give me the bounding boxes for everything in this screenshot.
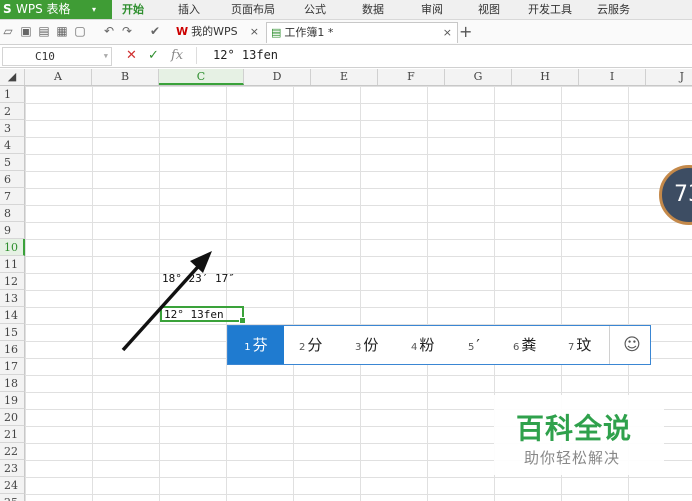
- insert-function-button[interactable]: fx: [171, 48, 183, 64]
- watermark-title: 百科全说: [516, 412, 633, 445]
- menu-developer[interactable]: 开发工具: [528, 0, 572, 19]
- app-title: WPS 表格: [16, 2, 71, 16]
- save-icon[interactable]: ▣: [19, 24, 33, 38]
- redo-icon[interactable]: ↷: [120, 24, 134, 38]
- ime-candidate-4[interactable]: 4粉: [411, 326, 434, 364]
- ime-candidate-window: 1芬 2分 3份 4粉 5 ′ 6粪 7玟 ☺: [227, 325, 651, 365]
- ime-candidate-2[interactable]: 2分: [299, 326, 322, 364]
- name-box[interactable]: C10 ▼: [2, 47, 112, 66]
- tab-label: 工作簿1 *: [284, 26, 334, 39]
- app-menu-button[interactable]: S WPS 表格 ▾: [0, 0, 112, 19]
- cell-reference: C10: [35, 50, 55, 63]
- close-icon[interactable]: ×: [443, 23, 452, 43]
- spreadsheet-icon: ▤: [271, 26, 282, 39]
- quick-toolbar: ▱ ▣ ▤ ▦ ▢ ↶ ↷ ✔ W 我的WPS × ▤ 工作簿1 * × +: [0, 20, 692, 45]
- menu-cloud[interactable]: 云服务: [597, 0, 630, 19]
- watermark-subtitle: 助你轻松解决: [524, 449, 621, 467]
- formula-bar: C10 ▼ ✕ ✓ fx 12° 13fen: [0, 45, 692, 68]
- tab-workbook[interactable]: ▤ 工作簿1 * ×: [266, 22, 458, 43]
- wps-logo-icon: S: [3, 2, 12, 16]
- menu-data[interactable]: 数据: [362, 0, 384, 19]
- menu-page-layout[interactable]: 页面布局: [231, 0, 275, 19]
- print-icon[interactable]: ▦: [55, 24, 69, 38]
- chevron-down-icon: ▾: [92, 5, 97, 14]
- formula-input[interactable]: 12° 13fen: [196, 47, 692, 64]
- menu-bar: S WPS 表格 ▾ 开始 插入 页面布局 公式 数据 审阅 视图 开发工具 云…: [0, 0, 692, 20]
- tab-my-wps[interactable]: W 我的WPS ×: [172, 22, 264, 42]
- ime-candidate-1[interactable]: 1芬: [228, 326, 284, 364]
- tab-label: 我的WPS: [191, 25, 238, 38]
- confirm-button[interactable]: ✓: [148, 48, 159, 64]
- ime-divider: [609, 326, 610, 364]
- ime-candidate-3[interactable]: 3份: [355, 326, 378, 364]
- menu-insert[interactable]: 插入: [178, 0, 200, 19]
- undo-icon[interactable]: ↶: [102, 24, 116, 38]
- emoji-icon[interactable]: ☺: [614, 326, 650, 364]
- export-icon[interactable]: ▤: [37, 24, 51, 38]
- ime-candidate-7[interactable]: 7玟: [568, 326, 591, 364]
- wps-w-icon: W: [176, 25, 189, 38]
- ime-candidate-6[interactable]: 6粪: [513, 326, 536, 364]
- cancel-button[interactable]: ✕: [126, 48, 137, 64]
- ime-candidate-5[interactable]: 5 ′: [468, 326, 480, 364]
- watermark: 百科全说 助你轻松解决: [494, 395, 664, 475]
- print-preview-icon[interactable]: ▢: [73, 24, 87, 38]
- menu-view[interactable]: 视图: [478, 0, 500, 19]
- format-painter-icon[interactable]: ✔: [148, 24, 162, 38]
- open-folder-icon[interactable]: ▱: [1, 24, 15, 38]
- menu-review[interactable]: 审阅: [421, 0, 443, 19]
- chevron-down-icon[interactable]: ▼: [104, 48, 108, 65]
- menu-formulas[interactable]: 公式: [304, 0, 326, 19]
- new-tab-button[interactable]: +: [459, 22, 472, 42]
- menu-home[interactable]: 开始: [122, 0, 144, 19]
- close-icon[interactable]: ×: [250, 22, 259, 42]
